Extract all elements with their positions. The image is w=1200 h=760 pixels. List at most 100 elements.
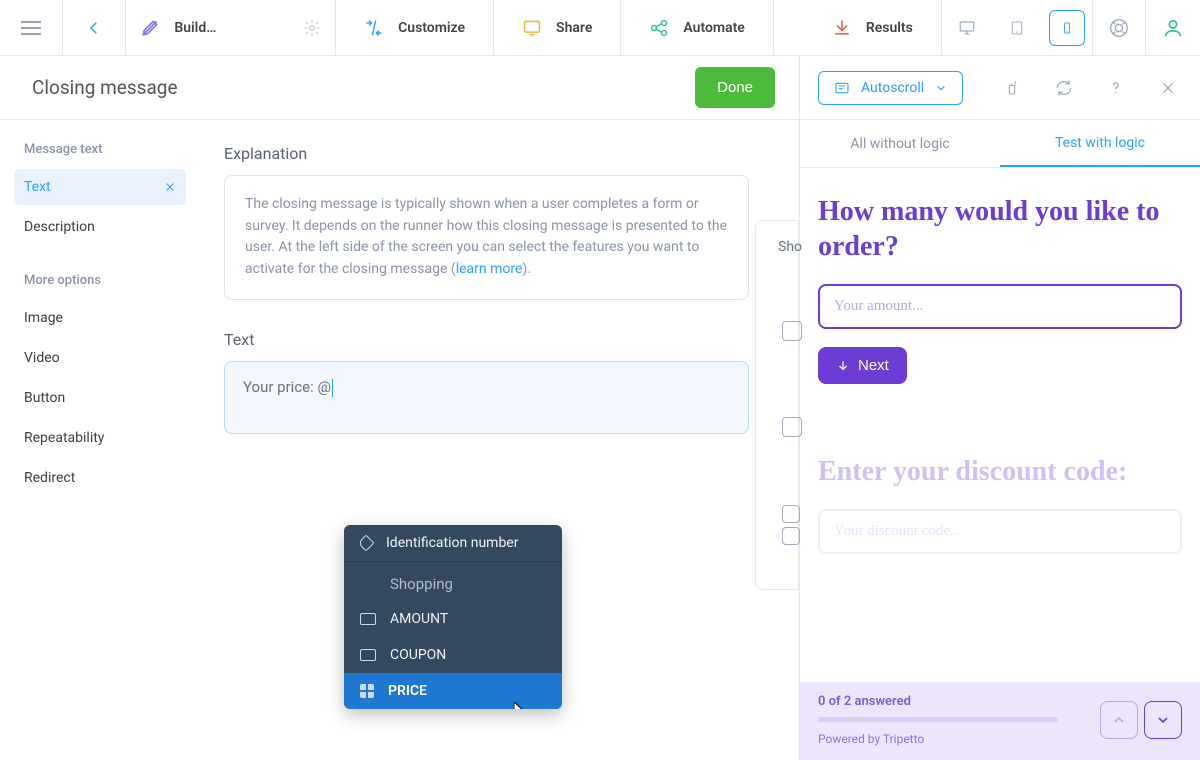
sidebar-item-video[interactable]: Video bbox=[14, 340, 186, 376]
text-input[interactable]: Your price: @ bbox=[224, 361, 749, 434]
next-question-button[interactable] bbox=[1144, 701, 1182, 739]
main: Closing message Done Message text Text D… bbox=[0, 56, 1200, 760]
user-icon bbox=[1162, 17, 1184, 39]
page-title: Closing message bbox=[32, 76, 178, 99]
lifebuoy-icon bbox=[1108, 17, 1130, 39]
discount-input[interactable] bbox=[818, 509, 1182, 554]
device-desktop-button[interactable] bbox=[942, 0, 992, 56]
dropdown-item-identification[interactable]: Identification number bbox=[344, 525, 562, 562]
dropdown-group-header: Shopping bbox=[344, 562, 562, 601]
tab-label: Results bbox=[866, 20, 913, 36]
back-button[interactable] bbox=[63, 0, 126, 55]
tag-icon bbox=[358, 534, 375, 551]
clear-button[interactable] bbox=[990, 70, 1034, 106]
sidebar: Message text Text Description More optio… bbox=[0, 120, 200, 760]
calculator-icon bbox=[360, 684, 374, 698]
autoscroll-button[interactable]: Autoscroll bbox=[818, 71, 963, 105]
sidebar-item-image[interactable]: Image bbox=[14, 300, 186, 336]
automate-icon bbox=[649, 18, 669, 38]
tab-share[interactable]: Share bbox=[494, 0, 621, 55]
preview-footer: 0 of 2 answered Powered by Tripetto bbox=[800, 682, 1200, 760]
dropdown-item-label: COUPON bbox=[390, 647, 446, 663]
next-button[interactable]: Next bbox=[818, 347, 907, 384]
dropdown-item-amount[interactable]: AMOUNT bbox=[344, 601, 562, 637]
desktop-icon bbox=[957, 19, 977, 37]
left-header: Closing message Done bbox=[0, 56, 799, 120]
dropdown-item-label: PRICE bbox=[388, 683, 427, 699]
question-icon bbox=[1107, 77, 1125, 99]
dropdown-group-label: Shopping bbox=[390, 575, 453, 593]
dropdown-item-label: Identification number bbox=[386, 535, 518, 551]
preview: How many would you like to order? Next E… bbox=[800, 168, 1200, 760]
refresh-button[interactable] bbox=[1042, 70, 1086, 106]
menu-button[interactable] bbox=[0, 0, 63, 55]
topbar: Build… Customize Share Automate Results bbox=[0, 0, 1200, 56]
hamburger-icon bbox=[21, 27, 41, 29]
peek-strip: Sho bbox=[755, 220, 799, 590]
sidebar-item-repeatability[interactable]: Repeatability bbox=[14, 420, 186, 456]
mouse-cursor bbox=[514, 702, 527, 709]
device-phone-button[interactable] bbox=[1049, 10, 1085, 46]
build-icon bbox=[140, 18, 160, 38]
sidebar-section-heading: More options bbox=[24, 273, 176, 288]
gear-icon[interactable] bbox=[303, 19, 321, 37]
next-label: Next bbox=[858, 357, 889, 374]
build-label: Build… bbox=[174, 20, 216, 36]
preview-header: Autoscroll bbox=[800, 56, 1200, 120]
dropdown-item-price[interactable]: PRICE bbox=[344, 673, 562, 709]
peek-icon-group[interactable] bbox=[782, 505, 800, 549]
close-icon[interactable] bbox=[164, 181, 176, 193]
results-icon bbox=[832, 18, 852, 38]
phone-icon bbox=[1061, 18, 1073, 38]
tab-build[interactable]: Build… bbox=[126, 0, 336, 55]
preview-tabs: All without logic Test with logic bbox=[800, 120, 1200, 168]
powered-by: Powered by Tripetto bbox=[818, 732, 1100, 746]
close-preview-button[interactable] bbox=[1146, 70, 1190, 106]
sidebar-item-label: Text bbox=[24, 179, 51, 195]
sidebar-item-redirect[interactable]: Redirect bbox=[14, 460, 186, 496]
done-button[interactable]: Done bbox=[695, 67, 775, 108]
peek-icon[interactable] bbox=[782, 417, 802, 437]
autoscroll-label: Autoscroll bbox=[861, 80, 924, 96]
peek-label: Sho bbox=[778, 239, 802, 255]
share-icon bbox=[522, 18, 542, 38]
peek-icon[interactable] bbox=[782, 321, 802, 341]
tab-test-with-logic[interactable]: Test with logic bbox=[1000, 120, 1200, 167]
prev-question-button[interactable] bbox=[1100, 701, 1138, 739]
customize-icon bbox=[364, 18, 384, 38]
arrow-down-icon bbox=[836, 359, 850, 373]
help-button[interactable] bbox=[1093, 0, 1147, 55]
chevron-down-icon bbox=[1155, 712, 1171, 728]
tab-customize[interactable]: Customize bbox=[336, 0, 494, 55]
close-icon bbox=[1160, 80, 1176, 96]
progress-text: 0 of 2 answered bbox=[818, 694, 1100, 709]
tab-label: Customize bbox=[398, 20, 465, 36]
tab-results[interactable]: Results bbox=[804, 0, 942, 55]
tab-label: Automate bbox=[683, 20, 744, 36]
sidebar-item-description[interactable]: Description bbox=[14, 209, 186, 245]
sidebar-section-heading: Message text bbox=[24, 142, 176, 157]
question-2: Enter your discount code: bbox=[818, 454, 1182, 572]
learn-more-link[interactable]: learn more bbox=[456, 261, 523, 277]
chevron-left-icon bbox=[85, 19, 103, 37]
variable-dropdown: Identification number Shopping AMOUNT bbox=[344, 525, 562, 709]
device-tablet-button[interactable] bbox=[992, 0, 1042, 56]
spray-icon bbox=[1004, 78, 1020, 98]
tab-all-without-logic[interactable]: All without logic bbox=[800, 120, 1000, 167]
account-button[interactable] bbox=[1146, 0, 1200, 55]
refresh-icon bbox=[1054, 78, 1074, 98]
editor: Explanation The closing message is typic… bbox=[200, 120, 799, 760]
field-icon bbox=[360, 649, 376, 661]
field-icon bbox=[360, 613, 376, 625]
tab-automate[interactable]: Automate bbox=[621, 0, 773, 55]
chevron-up-icon bbox=[1111, 712, 1127, 728]
sidebar-item-button[interactable]: Button bbox=[14, 380, 186, 416]
question-title: Enter your discount code: bbox=[818, 454, 1182, 489]
explanation-text-b: ). bbox=[522, 261, 531, 277]
sidebar-item-text[interactable]: Text bbox=[14, 169, 186, 205]
amount-input[interactable] bbox=[818, 284, 1182, 329]
right-pane: Autoscroll All without logic Test with l… bbox=[800, 56, 1200, 760]
autoscroll-icon bbox=[833, 80, 851, 96]
preview-help-button[interactable] bbox=[1094, 70, 1138, 106]
dropdown-item-coupon[interactable]: COUPON bbox=[344, 637, 562, 673]
